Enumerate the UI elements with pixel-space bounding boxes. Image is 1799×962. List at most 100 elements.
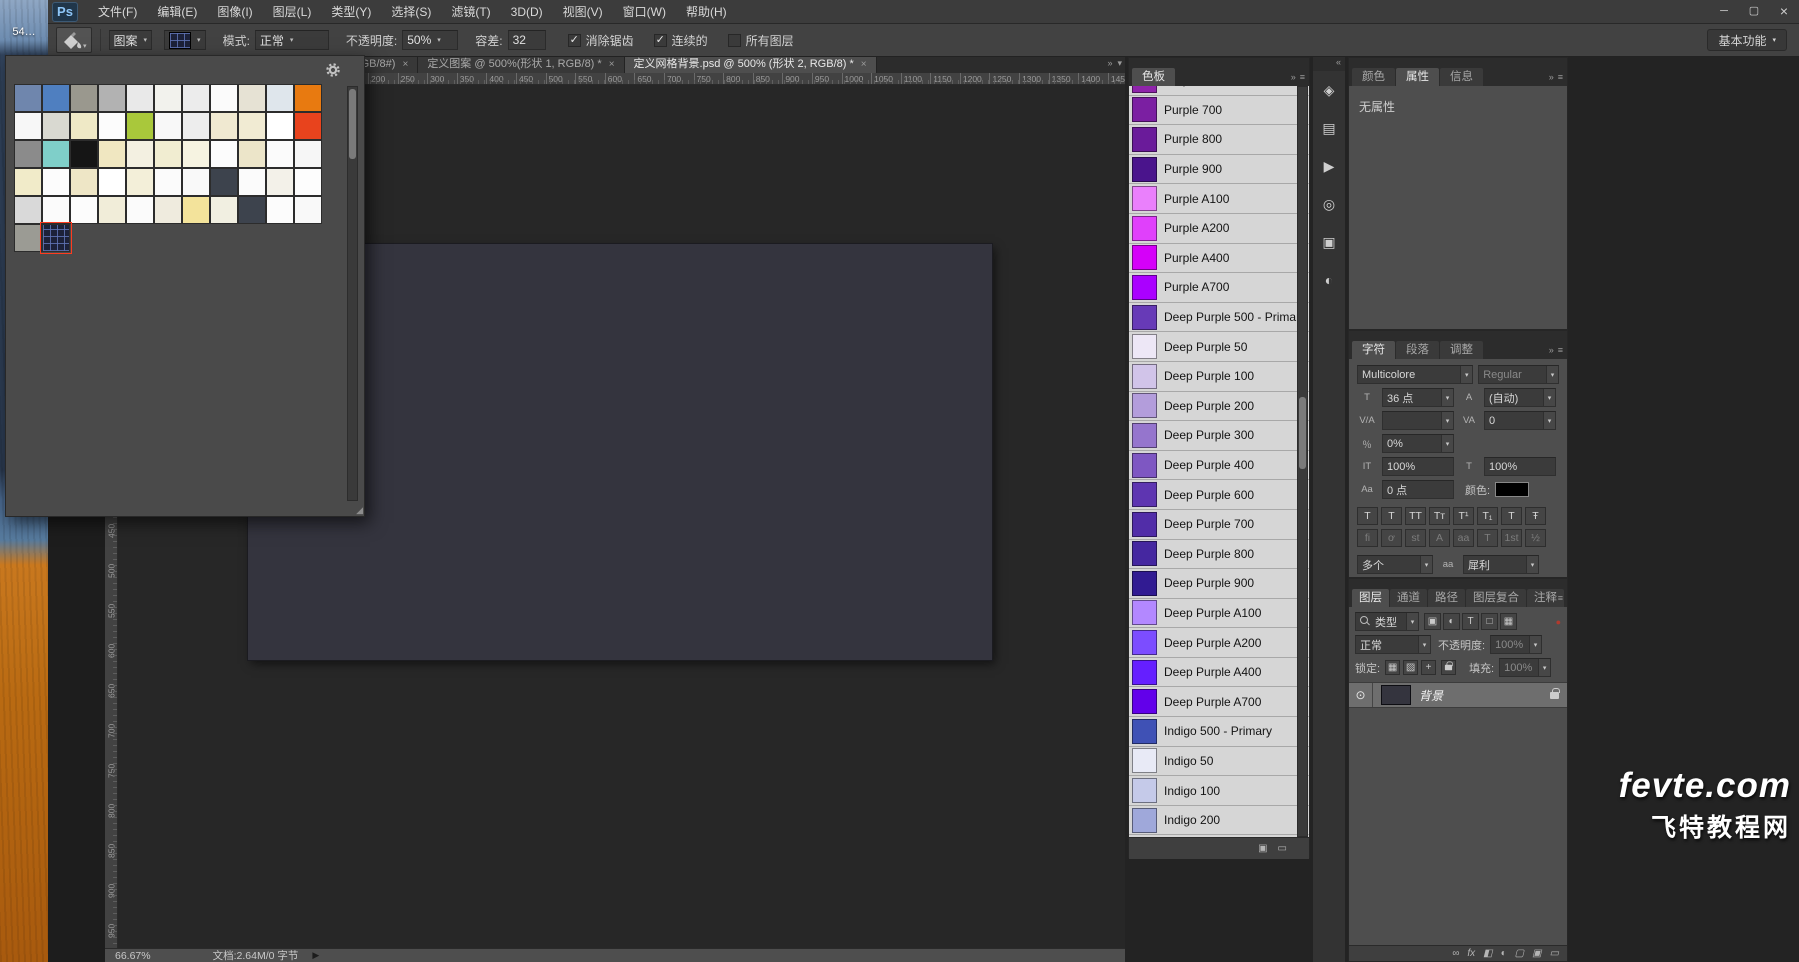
menu-item[interactable]: 滤镜(T)	[441, 0, 500, 23]
stylistic-alternates-button[interactable]: aa	[1453, 529, 1474, 547]
pattern-swatch[interactable]	[15, 197, 41, 223]
opacity-field[interactable]: 50%▾	[402, 30, 458, 50]
swatches-scrollbar[interactable]	[1297, 86, 1308, 837]
pattern-swatch[interactable]	[127, 169, 153, 195]
panel-menu-icon[interactable]: ≡	[1558, 593, 1563, 603]
history-panel-icon[interactable]: ◈	[1313, 71, 1345, 109]
panel-collapse-icon[interactable]: »	[1291, 72, 1296, 82]
swatch-row[interactable]: Deep Purple 800	[1129, 540, 1309, 570]
swatch-row[interactable]: Deep Purple 300	[1129, 421, 1309, 451]
swatch-row[interactable]: Deep Purple A200	[1129, 628, 1309, 658]
menu-item[interactable]: 选择(S)	[381, 0, 441, 23]
pattern-swatch[interactable]	[155, 141, 181, 167]
pattern-swatch[interactable]	[71, 197, 97, 223]
brush-presets-panel-icon[interactable]: ▤	[1313, 109, 1345, 147]
menu-item[interactable]: 视图(V)	[553, 0, 613, 23]
menu-item[interactable]: 图层(L)	[263, 0, 322, 23]
tsume-dropdown[interactable]: 0%▾	[1382, 434, 1454, 453]
faux-italic-button[interactable]: T	[1381, 507, 1402, 525]
all-caps-button[interactable]: TT	[1405, 507, 1426, 525]
menu-item[interactable]: 图像(I)	[207, 0, 262, 23]
pattern-swatch[interactable]	[183, 113, 209, 139]
pattern-swatch[interactable]	[127, 85, 153, 111]
swatch-row[interactable]: Purple A200	[1129, 214, 1309, 244]
layer-opacity-dropdown[interactable]: 100%▾	[1490, 635, 1542, 654]
pattern-swatch[interactable]	[15, 225, 41, 251]
pattern-swatch[interactable]	[155, 197, 181, 223]
layer-name[interactable]: 背景	[1419, 687, 1550, 704]
layer-thumbnail[interactable]	[1381, 685, 1411, 705]
swatch-row[interactable]: Deep Purple 600	[1129, 480, 1309, 510]
subscript-button[interactable]: T₁	[1477, 507, 1498, 525]
options-checkbox[interactable]: 连续的	[654, 32, 708, 49]
panel-collapse-icon[interactable]: »	[1549, 72, 1554, 82]
close-button[interactable]: ×	[1769, 0, 1799, 23]
minimize-button[interactable]: ─	[1709, 0, 1739, 23]
pattern-swatch[interactable]	[155, 85, 181, 111]
pattern-swatch[interactable]	[295, 169, 321, 195]
expand-panels-icon[interactable]: «	[1313, 57, 1345, 71]
adjustment-layer-icon[interactable]: ◐	[1501, 948, 1507, 959]
lock-pixels-icon[interactable]: ▨	[1403, 660, 1418, 675]
workspace-switcher-button[interactable]: 基本功能 ▾	[1707, 29, 1787, 51]
swatch-row[interactable]: Purple A400	[1129, 244, 1309, 274]
resize-grip-icon[interactable]: ◢	[356, 505, 363, 516]
panel-menu-icon[interactable]: ≡	[1300, 72, 1305, 82]
pattern-swatch[interactable]	[43, 169, 69, 195]
font-family-dropdown[interactable]: Multicolore▾	[1357, 365, 1473, 384]
swatch-row[interactable]: Indigo 500 - Primary	[1129, 717, 1309, 747]
panel-menu-icon[interactable]: ≡	[1558, 72, 1563, 82]
pattern-swatch[interactable]	[155, 169, 181, 195]
pattern-swatch[interactable]	[239, 197, 265, 223]
titling-alternates-button[interactable]: T	[1477, 529, 1498, 547]
delete-layer-icon[interactable]: ▭	[1550, 948, 1559, 959]
filter-smart-objects-icon[interactable]: ▦	[1500, 613, 1517, 630]
pattern-swatch[interactable]	[15, 169, 41, 195]
swatch-row[interactable]: Indigo 50	[1129, 747, 1309, 777]
pattern-swatch[interactable]	[71, 85, 97, 111]
swatch-row[interactable]: Deep Purple A100	[1129, 599, 1309, 629]
pattern-swatch[interactable]	[71, 141, 97, 167]
antialias-dropdown[interactable]: 犀利▾	[1463, 555, 1539, 574]
layer-row-background[interactable]: ⊙ 背景	[1349, 682, 1567, 708]
pattern-swatch[interactable]	[43, 225, 69, 251]
menu-item[interactable]: 文件(F)	[88, 0, 147, 23]
swatch-row[interactable]: Deep Purple 50	[1129, 332, 1309, 362]
discretionary-ligatures-button[interactable]: st	[1405, 529, 1426, 547]
kerning-dropdown[interactable]: ▾	[1382, 411, 1454, 430]
pattern-swatch[interactable]	[239, 113, 265, 139]
new-swatch-icon[interactable]: ▣	[1258, 843, 1267, 854]
superscript-button[interactable]: T¹	[1453, 507, 1474, 525]
faux-bold-button[interactable]: T	[1357, 507, 1378, 525]
pattern-swatch[interactable]	[211, 197, 237, 223]
panel-tab[interactable]: 图层复合	[1466, 589, 1526, 607]
swatch-row[interactable]: Purple 900	[1129, 155, 1309, 185]
desktop-icon-label[interactable]: 54…	[0, 26, 48, 38]
tab-bar-menu-icon[interactable]: ▾	[1117, 58, 1122, 69]
menu-item[interactable]: 编辑(E)	[147, 0, 207, 23]
new-group-icon[interactable]: ▢	[1515, 948, 1524, 959]
swatch-row[interactable]: Indigo 200	[1129, 806, 1309, 836]
pattern-swatch[interactable]	[295, 113, 321, 139]
pattern-swatch[interactable]	[267, 169, 293, 195]
lock-position-icon[interactable]: +	[1421, 660, 1436, 675]
options-checkbox[interactable]: 所有图层	[728, 32, 794, 49]
pattern-scrollbar[interactable]	[347, 86, 358, 501]
tab-swatches[interactable]: 色板	[1132, 68, 1175, 86]
pattern-swatch[interactable]	[267, 141, 293, 167]
pattern-swatch[interactable]	[71, 113, 97, 139]
fill-source-dropdown[interactable]: 图案▾	[109, 30, 153, 50]
menu-item[interactable]: 窗口(W)	[613, 0, 676, 23]
language-dropdown[interactable]: 多个▾	[1357, 555, 1433, 574]
swatch-row[interactable]: Purple A100	[1129, 184, 1309, 214]
pattern-swatch[interactable]	[295, 141, 321, 167]
fractions-button[interactable]: ½	[1525, 529, 1546, 547]
menu-item[interactable]: 类型(Y)	[321, 0, 381, 23]
scrollbar-thumb[interactable]	[349, 89, 356, 159]
swatch-row[interactable]: Deep Purple 900	[1129, 569, 1309, 599]
pattern-swatch[interactable]	[99, 141, 125, 167]
swatch-row[interactable]: Deep Purple A400	[1129, 658, 1309, 688]
tracking-dropdown[interactable]: 0▾	[1484, 411, 1556, 430]
panel-tab[interactable]: 属性	[1396, 68, 1439, 86]
pattern-swatch[interactable]	[211, 141, 237, 167]
